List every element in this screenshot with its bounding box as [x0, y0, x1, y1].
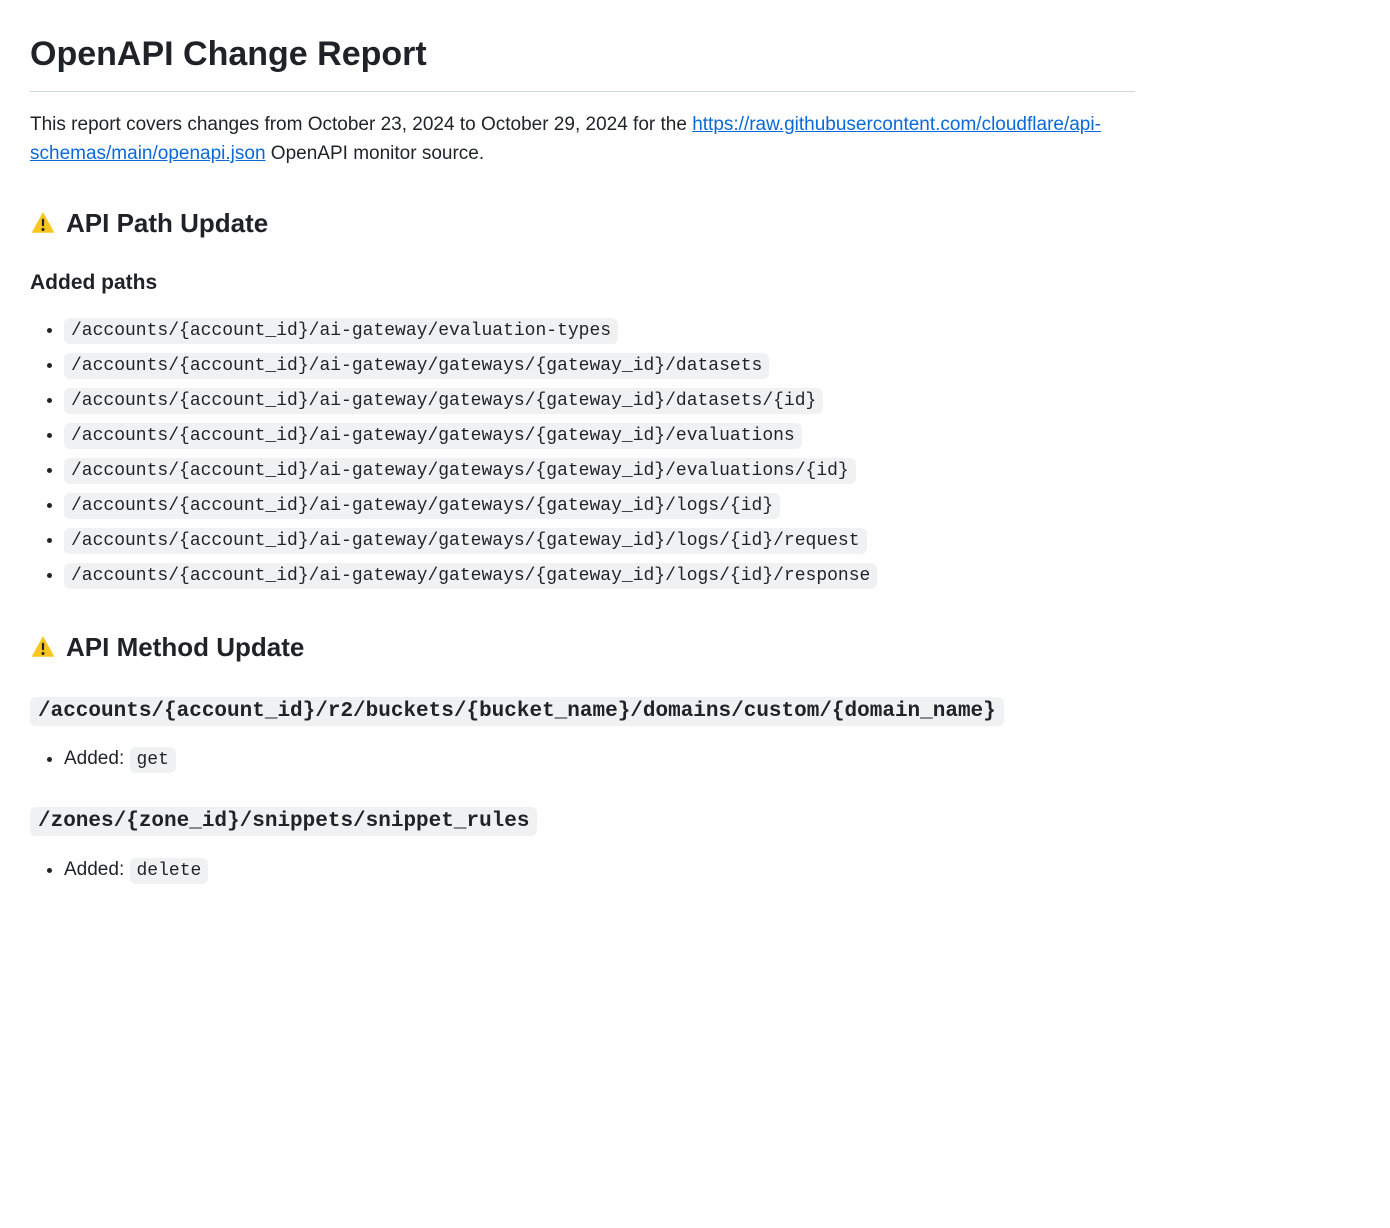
list-item: /accounts/{account_id}/ai-gateway/gatewa…: [64, 523, 1135, 558]
list-item: /accounts/{account_id}/ai-gateway/gatewa…: [64, 558, 1135, 593]
added-label: Added:: [64, 859, 130, 880]
page-title: OpenAPI Change Report: [30, 28, 1135, 92]
api-path: /accounts/{account_id}/ai-gateway/gatewa…: [64, 528, 867, 554]
api-path: /accounts/{account_id}/ai-gateway/gatewa…: [64, 353, 769, 379]
intro-text-after: OpenAPI monitor source.: [266, 143, 485, 164]
list-item: /accounts/{account_id}/ai-gateway/evalua…: [64, 313, 1135, 348]
api-path: /accounts/{account_id}/ai-gateway/gatewa…: [64, 388, 823, 414]
api-path: /accounts/{account_id}/ai-gateway/evalua…: [64, 318, 618, 344]
api-path: /accounts/{account_id}/r2/buckets/{bucke…: [30, 697, 1004, 726]
api-path: /accounts/{account_id}/ai-gateway/gatewa…: [64, 563, 877, 589]
api-path-update-label: API Path Update: [66, 203, 268, 243]
added-label: Added:: [64, 748, 130, 769]
api-path-update-heading: API Path Update: [30, 203, 1135, 243]
http-method: get: [130, 747, 176, 773]
intro-paragraph: This report covers changes from October …: [30, 110, 1135, 169]
api-path: /accounts/{account_id}/ai-gateway/gatewa…: [64, 458, 856, 484]
list-item: /accounts/{account_id}/ai-gateway/gatewa…: [64, 383, 1135, 418]
list-item: /accounts/{account_id}/ai-gateway/gatewa…: [64, 453, 1135, 488]
api-path: /zones/{zone_id}/snippets/snippet_rules: [30, 807, 537, 836]
method-path-heading: /zones/{zone_id}/snippets/snippet_rules: [30, 801, 1135, 839]
http-method: delete: [130, 858, 209, 884]
method-change-list: Added: delete: [30, 853, 1135, 888]
added-paths-heading: Added paths: [30, 267, 1135, 300]
api-method-update-label: API Method Update: [66, 627, 304, 667]
list-item: Added: get: [64, 742, 1135, 777]
added-paths-list: /accounts/{account_id}/ai-gateway/evalua…: [30, 313, 1135, 592]
intro-text-before: This report covers changes from October …: [30, 114, 692, 135]
list-item: /accounts/{account_id}/ai-gateway/gatewa…: [64, 488, 1135, 523]
method-change-list: Added: get: [30, 742, 1135, 777]
list-item: Added: delete: [64, 853, 1135, 888]
api-path: /accounts/{account_id}/ai-gateway/gatewa…: [64, 493, 780, 519]
api-path: /accounts/{account_id}/ai-gateway/gatewa…: [64, 423, 802, 449]
method-path-heading: /accounts/{account_id}/r2/buckets/{bucke…: [30, 691, 1135, 729]
api-method-update-heading: API Method Update: [30, 627, 1135, 667]
warning-icon: [30, 634, 56, 660]
list-item: /accounts/{account_id}/ai-gateway/gatewa…: [64, 348, 1135, 383]
list-item: /accounts/{account_id}/ai-gateway/gatewa…: [64, 418, 1135, 453]
warning-icon: [30, 210, 56, 236]
